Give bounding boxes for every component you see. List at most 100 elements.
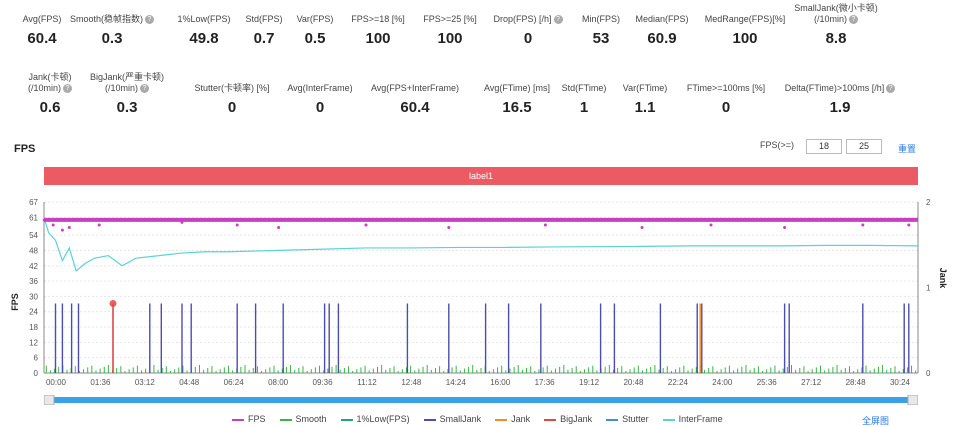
fps-point [578,218,581,222]
y-tick-label: 18 [29,323,38,332]
fps-point [903,218,907,222]
fps-point [186,218,189,222]
fps-point [257,218,261,222]
fps-threshold-input-2[interactable]: 25 [846,139,882,154]
legend-swatch [340,418,353,421]
legend-item[interactable]: Jank [495,414,530,424]
fps-point [506,218,509,222]
legend-item[interactable]: InterFrame [662,414,723,424]
fps-point [274,218,278,222]
fps-threshold-input-1[interactable]: 18 [806,139,842,154]
fps-point [550,218,554,222]
y-tick-label: 30 [29,292,38,301]
fullscreen-button[interactable]: 全屏图 [862,414,889,427]
fps-point [583,218,587,222]
legend-label: Smooth [295,414,327,424]
chart-legend: FPS Smooth 1%Low(FPS) SmallJank Jank BigJank S… [232,414,737,424]
fps-point [462,218,465,222]
fps-point [81,218,84,222]
fps-point [749,218,752,222]
y-axis-title: FPS [10,293,20,311]
fps-dip-point [277,226,281,230]
fps-point [407,218,410,222]
legend-swatch [423,418,436,421]
y2-tick-label: 2 [926,198,931,207]
help-icon[interactable]: ? [886,84,896,94]
fps-point [677,218,681,222]
fps-point [445,218,449,222]
fps-point [285,218,289,222]
legend-item[interactable]: FPS [232,414,266,424]
fps-point [765,218,769,222]
reset-button[interactable]: 重置 [898,142,916,155]
fps-point [384,218,388,222]
fps-dip-point [235,223,239,227]
legend-swatch [232,418,244,421]
fps-point [489,218,493,222]
fps-point [241,218,245,222]
x-tick-label: 12:48 [401,378,422,387]
fps-point [887,218,890,222]
fps-point [511,218,515,222]
y-tick-label: 42 [29,262,38,271]
legend-swatch [279,418,292,421]
y-tick-label: 48 [29,246,38,255]
fps-point [776,218,780,222]
legend-label: InterFrame [678,414,723,424]
legend-item[interactable]: BigJank [544,414,592,424]
fps-point [180,218,184,222]
slider-left-handle[interactable] [44,395,55,405]
time-range-slider[interactable] [44,395,918,405]
label-bar[interactable]: label1 [44,167,918,185]
x-tick-label: 20:48 [623,378,644,387]
legend-item[interactable]: Stutter [606,414,649,424]
fps-point [263,218,267,222]
x-tick-label: 03:12 [135,378,156,387]
fps-point [660,218,664,222]
fps-point [467,218,471,222]
metric-value: 1.9 [829,99,851,116]
fps-point [655,218,659,222]
legend-item[interactable]: SmallJank [423,414,482,424]
fps-point [666,218,670,222]
legend-item[interactable]: Smooth [279,414,327,424]
fps-point [191,218,195,222]
fps-point [147,218,151,222]
x-tick-label: 14:24 [446,378,467,387]
fps-point [495,218,498,222]
fps-point [158,218,162,222]
fps-point [224,218,228,222]
slider-right-handle[interactable] [907,395,918,405]
fps-point [545,218,548,222]
fps-point [556,218,559,222]
fps-point [594,218,598,222]
fps-point [213,218,217,222]
fps-point [782,218,785,222]
fps-point [246,218,250,222]
fps-point [390,218,394,222]
fps-point [699,218,703,222]
bigjank-marker [109,300,117,307]
help-icon[interactable]: ? [849,15,858,25]
fps-point [357,218,360,222]
legend-item[interactable]: 1%Low(FPS) [340,414,410,424]
y-tick-label: 67 [29,198,38,207]
fps-point [59,218,62,222]
help-icon[interactable]: ? [140,84,149,94]
fps-point [843,218,846,222]
fps-point [280,218,283,222]
fps-chart: 0612182430364248546167 012 00:00 01:36 03:… [10,198,948,387]
fps-point [451,218,454,222]
fps-point [373,218,377,222]
fps-point [440,218,443,222]
fps-point [131,218,134,222]
fps-point [329,218,333,222]
legend-swatch [606,418,619,421]
fps-point [153,218,156,222]
fps-point [252,218,256,222]
x-tick-label: 19:12 [579,378,600,387]
x-tick-label: 27:12 [801,378,822,387]
fps-point [346,218,349,222]
metric-r2-9: Delta(FTime)>100ms [/h]? 1.9 [780,83,900,116]
legend-label: SmallJank [439,414,482,424]
